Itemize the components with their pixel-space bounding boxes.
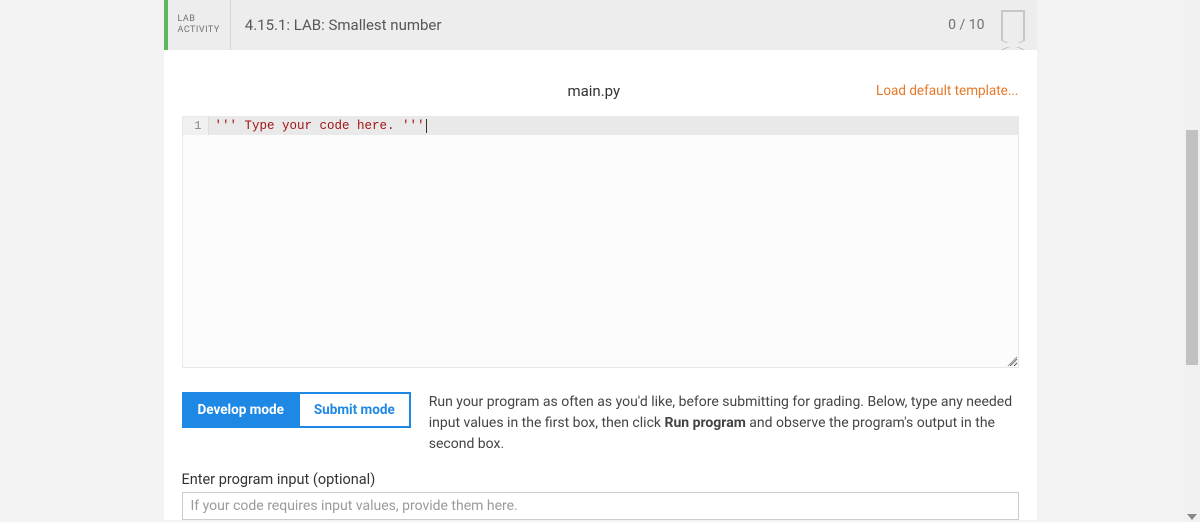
resize-handle-icon[interactable] xyxy=(1005,354,1017,366)
scrollbar-down-arrow-icon[interactable] xyxy=(1187,514,1197,520)
bookmark-icon[interactable] xyxy=(1001,10,1025,40)
lab-container: LAB ACTIVITY 4.15.1: LAB: Smallest numbe… xyxy=(164,0,1037,520)
develop-mode-button[interactable]: Develop mode xyxy=(182,392,300,428)
mode-row: Develop mode Submit mode Run your progra… xyxy=(164,368,1037,455)
editor-header: main.py Load default template... xyxy=(164,74,1037,108)
filename-label: main.py xyxy=(182,82,877,100)
program-input-section: Enter program input (optional) xyxy=(164,455,1037,520)
lab-activity-line1: LAB xyxy=(178,14,220,25)
lab-title: 4.15.1: LAB: Smallest number xyxy=(231,0,948,50)
lab-score: 0 / 10 xyxy=(948,0,996,50)
submit-mode-button[interactable]: Submit mode xyxy=(300,392,411,428)
editor-section: main.py Load default template... 1 ''' T… xyxy=(164,50,1037,368)
lab-header: LAB ACTIVITY 4.15.1: LAB: Smallest numbe… xyxy=(164,0,1037,50)
code-content[interactable]: ''' Type your code here. ''' xyxy=(209,117,427,135)
line-number: 1 xyxy=(183,117,209,135)
scrollbar-thumb[interactable] xyxy=(1186,130,1198,365)
program-input-label: Enter program input (optional) xyxy=(182,471,1019,488)
load-default-template-link[interactable]: Load default template... xyxy=(876,83,1018,99)
lab-activity-line2: ACTIVITY xyxy=(178,25,220,36)
mode-toggle: Develop mode Submit mode xyxy=(182,392,411,428)
code-editor[interactable]: 1 ''' Type your code here. ''' xyxy=(182,116,1019,368)
program-input-field[interactable] xyxy=(182,492,1019,520)
text-cursor xyxy=(426,119,427,133)
page-scrollbar[interactable] xyxy=(1184,0,1200,522)
lab-activity-badge: LAB ACTIVITY xyxy=(168,0,231,50)
mode-description: Run your program as often as you'd like,… xyxy=(429,392,1019,455)
code-line: 1 ''' Type your code here. ''' xyxy=(183,117,1018,135)
run-program-bold: Run program xyxy=(664,415,745,431)
